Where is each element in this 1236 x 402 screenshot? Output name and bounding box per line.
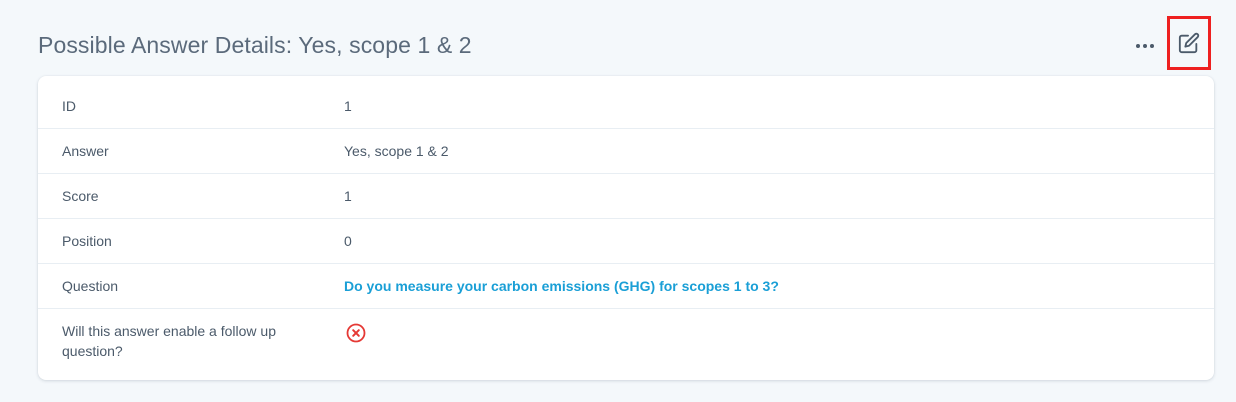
detail-value: 1 [344,98,352,114]
detail-label: Answer [62,143,109,159]
detail-label: Position [62,233,112,249]
detail-label: Question [62,278,119,294]
detail-row-question: Question Do you measure your carbon emis… [38,264,1214,309]
more-actions-button[interactable] [1132,34,1158,58]
detail-row-follow-up: Will this answer enable a follow up ques… [38,309,1214,380]
detail-label: Score [62,188,99,204]
detail-label: Will this answer enable a follow up ques… [62,323,276,359]
detail-row-score: Score 1 [38,174,1214,219]
more-horizontal-icon [1136,44,1154,48]
x-circle-icon [346,323,366,343]
edit-button[interactable] [1167,16,1211,70]
question-link[interactable]: Do you measure your carbon emissions (GH… [344,276,779,296]
detail-value: Yes, scope 1 & 2 [344,143,449,159]
detail-value: 1 [344,188,352,204]
detail-row-position: Position 0 [38,219,1214,264]
detail-row-answer: Answer Yes, scope 1 & 2 [38,129,1214,174]
details-card: ID 1 Answer Yes, scope 1 & 2 Score 1 Pos… [38,76,1214,380]
detail-row-id: ID 1 [38,76,1214,129]
page-header: Possible Answer Details: Yes, scope 1 & … [38,16,1218,70]
edit-icon [1178,32,1200,54]
detail-label: ID [62,98,76,114]
detail-value: 0 [344,233,352,249]
page-title: Possible Answer Details: Yes, scope 1 & … [38,32,472,58]
